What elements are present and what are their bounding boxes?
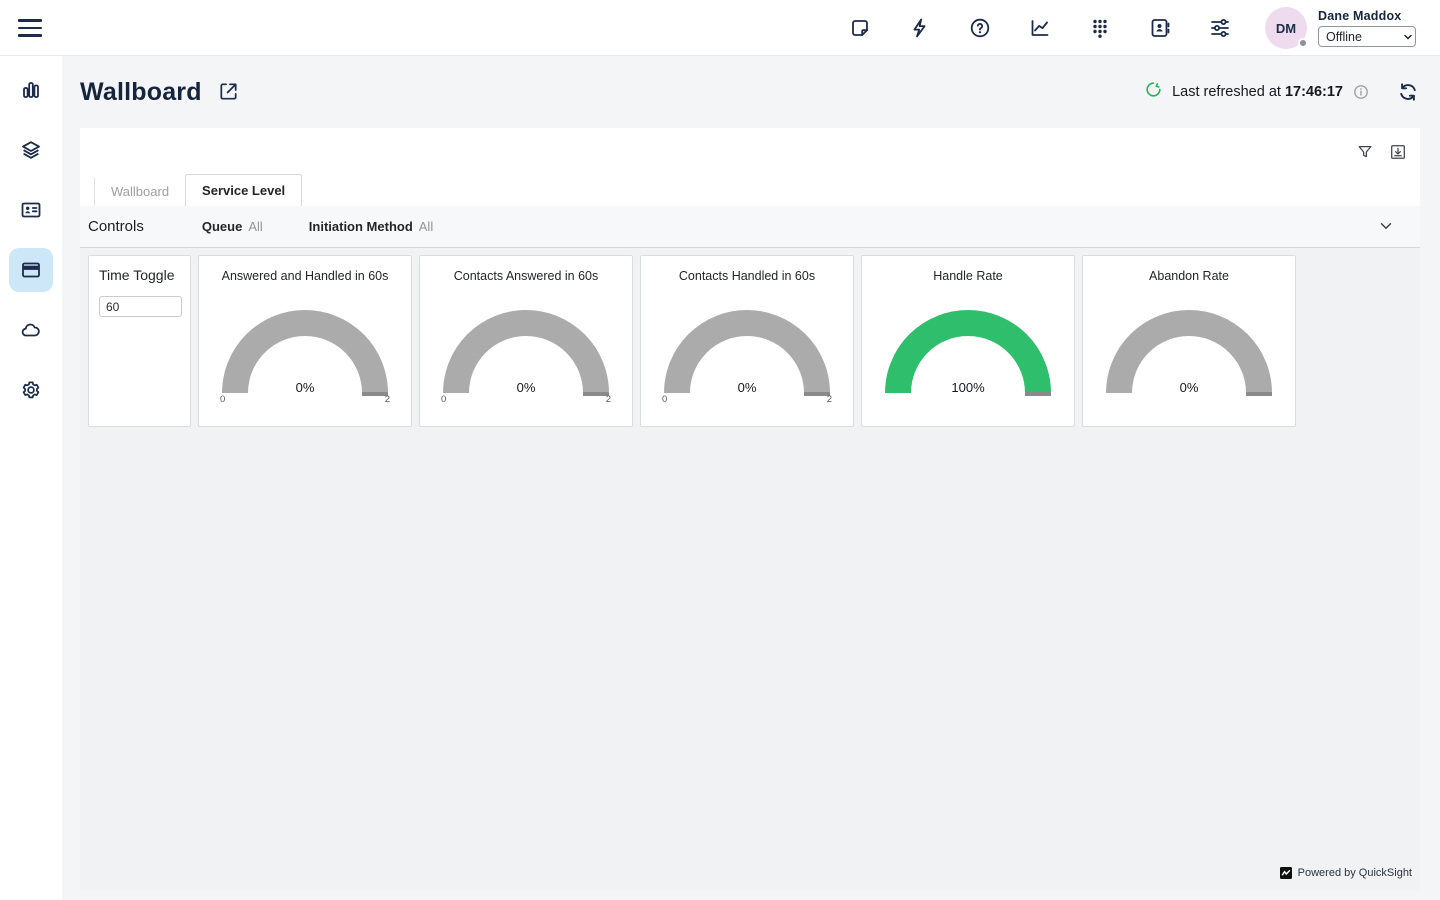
controls-collapse-chevron-icon[interactable] <box>1376 217 1396 237</box>
browser-window-icon <box>9 248 53 292</box>
last-refreshed-text: Last refreshed at 17:46:17 <box>1172 84 1343 100</box>
time-toggle-card: Time Toggle <box>88 255 191 427</box>
gauge-max-label: 2 <box>606 394 611 405</box>
user-name: Dane Maddox <box>1318 9 1418 23</box>
sidebar-item-cloud[interactable] <box>0 300 62 360</box>
last-refreshed-time: 17:46:17 <box>1285 84 1343 100</box>
sidebar-item-layers[interactable] <box>0 120 62 180</box>
gauge-chart: 0% 0 2 <box>205 293 405 405</box>
gauge-min-label: 0 <box>441 394 446 405</box>
sheet-tabbar: Wallboard Service Level <box>80 178 1420 206</box>
dashboard-sheet: Time Toggle Answered and Handled in 60s … <box>80 248 1420 890</box>
dashboard-panel: Wallboard Service Level Controls Queue A… <box>80 128 1420 890</box>
open-in-new-window-icon[interactable] <box>217 80 241 104</box>
powered-by-quicksight: Powered by QuickSight <box>1280 867 1412 879</box>
gauge-value: 0% <box>1180 380 1199 395</box>
tab-wallboard[interactable]: Wallboard <box>94 178 185 206</box>
gauge-target-tick <box>1025 392 1051 396</box>
dialpad-icon[interactable] <box>1088 16 1112 40</box>
gauge-max-label: 2 <box>385 394 390 405</box>
agent-status-select[interactable]: Offline <box>1318 26 1416 47</box>
sidebar <box>0 56 62 900</box>
gauge-value: 0% <box>738 380 757 395</box>
gauge-max-label: 2 <box>827 394 832 405</box>
hamburger-menu-icon[interactable] <box>18 17 42 39</box>
gauge-title: Handle Rate <box>862 269 1074 283</box>
gauge-chart: 0% 0 2 <box>647 293 847 405</box>
timer-icon <box>1144 80 1163 104</box>
sidebar-item-metrics[interactable] <box>0 60 62 120</box>
controls-title: Controls <box>88 218 144 235</box>
bar-chart-icon <box>9 68 53 112</box>
gauge-chart: 100% <box>868 293 1068 405</box>
gauge-card: Handle Rate 100% <box>861 255 1075 427</box>
export-icon[interactable] <box>1389 143 1407 161</box>
filter-queue[interactable]: Queue All <box>202 219 263 234</box>
note-icon[interactable] <box>848 16 872 40</box>
sidebar-item-wallboard[interactable] <box>0 240 62 300</box>
gauge-chart: 0% <box>1089 293 1289 405</box>
controls-bar: Controls Queue All Initiation Method All <box>80 206 1420 248</box>
line-chart-icon[interactable] <box>1028 16 1052 40</box>
help-icon[interactable] <box>968 16 992 40</box>
sidebar-item-settings[interactable] <box>0 360 62 420</box>
refresh-icon[interactable] <box>1396 80 1420 104</box>
gauge-value: 100% <box>951 380 985 395</box>
gauge-title: Contacts Answered in 60s <box>420 269 632 283</box>
gauge-chart: 0% 0 2 <box>426 293 626 405</box>
main-content: Wallboard Last refreshed at 17:46:17 <box>62 56 1440 900</box>
filter-icon[interactable] <box>1356 143 1374 161</box>
layers-icon <box>9 128 53 172</box>
gauge-value: 0% <box>517 380 536 395</box>
gauge-title: Answered and Handled in 60s <box>199 269 411 283</box>
filter-initiation-method[interactable]: Initiation Method All <box>309 219 433 234</box>
info-icon[interactable] <box>1352 83 1370 101</box>
gauge-value: 0% <box>296 380 315 395</box>
panel-toolbar <box>80 128 1420 178</box>
page-title: Wallboard <box>80 78 202 107</box>
sidebar-item-contacts[interactable] <box>0 180 62 240</box>
contact-book-icon[interactable] <box>1148 16 1172 40</box>
gauge-min-label: 0 <box>662 394 667 405</box>
gauge-card: Abandon Rate 0% <box>1082 255 1296 427</box>
time-toggle-label: Time Toggle <box>89 256 190 283</box>
id-card-icon <box>9 188 53 232</box>
status-dot <box>1298 38 1308 48</box>
gauge-title: Contacts Handled in 60s <box>641 269 853 283</box>
gauge-card: Answered and Handled in 60s 0% 0 2 <box>198 255 412 427</box>
gauge-card: Contacts Answered in 60s 0% 0 2 <box>419 255 633 427</box>
time-toggle-input[interactable] <box>99 296 182 317</box>
topbar: DM Dane Maddox Offline <box>0 0 1440 56</box>
gauge-min-label: 0 <box>220 394 225 405</box>
avatar[interactable]: DM <box>1265 7 1307 49</box>
gauge-target-tick <box>1246 392 1272 396</box>
sliders-icon[interactable] <box>1208 16 1232 40</box>
flash-icon[interactable] <box>908 16 932 40</box>
cloud-icon <box>9 308 53 352</box>
tab-service-level[interactable]: Service Level <box>185 174 302 206</box>
gear-icon <box>9 368 53 412</box>
gauge-title: Abandon Rate <box>1083 269 1295 283</box>
quicksight-logo-icon <box>1280 867 1292 879</box>
gauge-card: Contacts Handled in 60s 0% 0 2 <box>640 255 854 427</box>
